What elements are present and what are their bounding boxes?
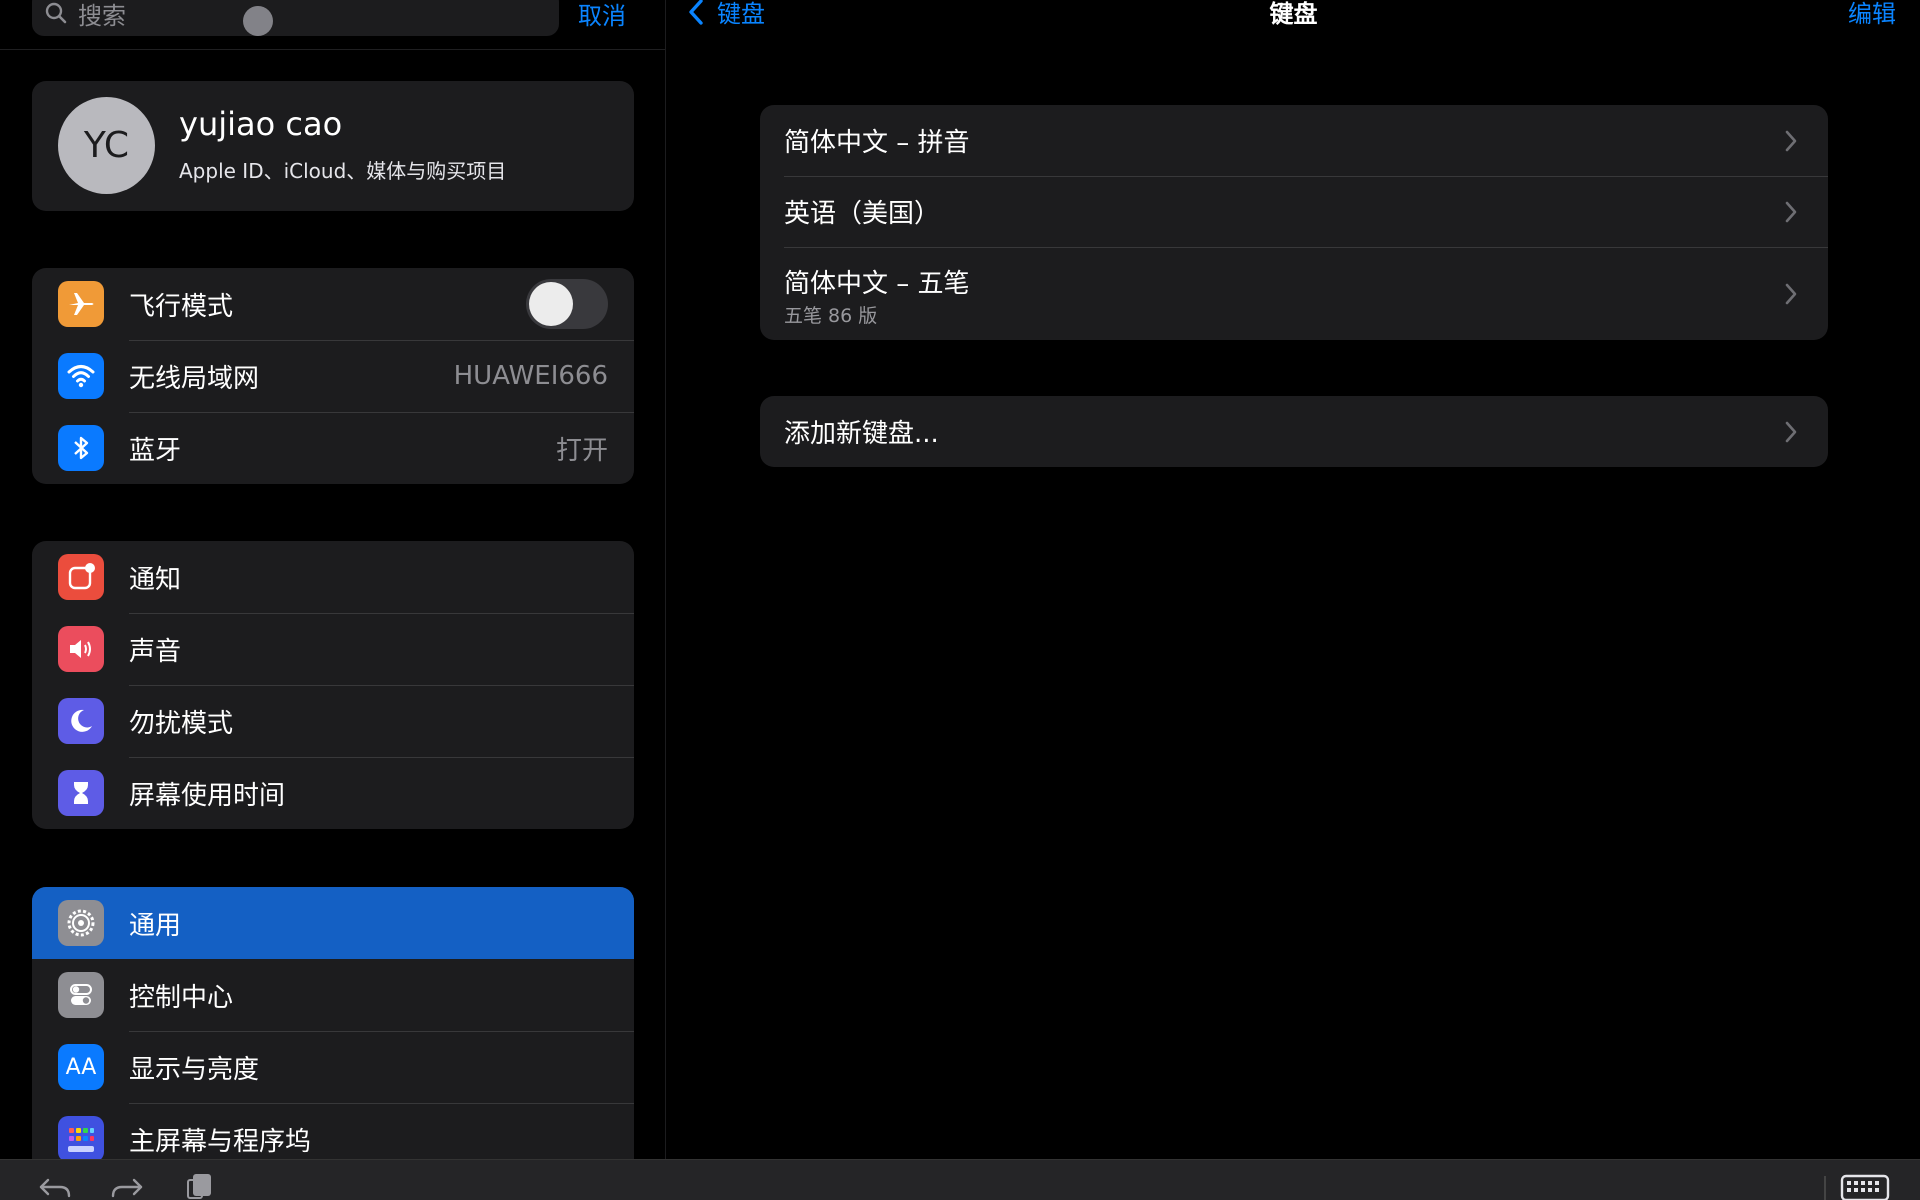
text-size-icon: AA xyxy=(58,1044,104,1090)
settings-sidebar: 搜索 取消 YC yujiao cao Apple ID、iCloud、媒体与购… xyxy=(0,0,666,1159)
keyboard-sublabel: 五笔 86 版 xyxy=(784,305,878,327)
profile-name: yujiao cao xyxy=(179,105,343,143)
add-new-keyboard-row[interactable]: 添加新键盘... xyxy=(760,396,1828,467)
sidebar-item-control-center[interactable]: 控制中心 xyxy=(32,959,634,1031)
sidebar-item-label: 飞行模式 xyxy=(129,291,234,322)
sidebar-item-label: 控制中心 xyxy=(129,982,234,1013)
undo-icon[interactable] xyxy=(38,1176,72,1200)
keyboard-label: 英语（美国） xyxy=(784,199,941,229)
connectivity-group: 飞行模式 无线局域网 HUAWEI666 蓝牙 打开 xyxy=(32,268,634,484)
chevron-right-icon xyxy=(1785,283,1797,304)
redo-icon[interactable] xyxy=(110,1176,144,1200)
sidebar-item-home-screen-dock[interactable]: 主屏幕与程序坞 xyxy=(32,1103,634,1159)
search-input[interactable]: 搜索 xyxy=(32,0,559,36)
airplane-mode-toggle[interactable] xyxy=(526,279,608,329)
notifications-icon xyxy=(58,554,104,600)
sidebar-item-notifications[interactable]: 通知 xyxy=(32,541,634,613)
chevron-right-icon xyxy=(1785,130,1797,151)
hourglass-icon xyxy=(58,770,104,816)
bluetooth-status-value: 打开 xyxy=(555,435,608,466)
keyboard-label: 简体中文 – 拼音 xyxy=(784,128,970,158)
sidebar-item-wifi[interactable]: 无线局域网 HUAWEI666 xyxy=(32,340,634,412)
sidebar-item-label: 勿扰模式 xyxy=(129,708,234,739)
add-keyboard-label: 添加新键盘... xyxy=(784,419,939,449)
sidebar-item-label: 声音 xyxy=(129,636,182,667)
sidebar-item-do-not-disturb[interactable]: 勿扰模式 xyxy=(32,685,634,757)
search-area: 搜索 取消 xyxy=(0,0,665,50)
keyboard-shortcut-bar xyxy=(0,1159,1920,1200)
bluetooth-icon xyxy=(58,425,104,471)
add-keyboard-group: 添加新键盘... xyxy=(760,396,1828,467)
keyboard-icon[interactable] xyxy=(1840,1174,1890,1200)
edit-button[interactable]: 编辑 xyxy=(1848,0,1896,29)
touch-indicator xyxy=(243,6,273,36)
sidebar-item-display-brightness[interactable]: AA 显示与亮度 xyxy=(32,1031,634,1103)
page-title: 键盘 xyxy=(1269,0,1318,28)
sidebar-item-label: 屏幕使用时间 xyxy=(129,780,286,811)
sidebar-item-bluetooth[interactable]: 蓝牙 打开 xyxy=(32,412,634,484)
sidebar-item-sounds[interactable]: 声音 xyxy=(32,613,634,685)
divider xyxy=(1824,1176,1826,1200)
alerts-group: 通知 声音 勿扰模式 屏幕使用时间 xyxy=(32,541,634,829)
system-group: 通用 控制中心 AA 显示与亮度 主屏幕与程序坞 xyxy=(32,887,634,1159)
airplane-icon xyxy=(58,281,104,327)
sidebar-item-label: 通知 xyxy=(129,564,182,595)
sidebar-item-label: 显示与亮度 xyxy=(129,1054,260,1085)
keyboard-row-wubi[interactable]: 简体中文 – 五笔 五笔 86 版 xyxy=(760,247,1828,340)
apple-id-profile[interactable]: YC yujiao cao Apple ID、iCloud、媒体与购买项目 xyxy=(32,81,634,211)
chevron-right-icon xyxy=(1785,421,1797,442)
search-icon xyxy=(45,2,67,24)
sidebar-item-label: 主屏幕与程序坞 xyxy=(129,1126,312,1157)
sidebar-item-label: 蓝牙 xyxy=(129,435,182,466)
toggle-knob xyxy=(529,282,573,326)
wifi-network-value: HUAWEI666 xyxy=(453,361,608,391)
paste-icon[interactable] xyxy=(184,1172,216,1200)
keyboard-row-pinyin[interactable]: 简体中文 – 拼音 xyxy=(760,105,1828,176)
gear-icon xyxy=(58,900,104,946)
sidebar-item-label: 通用 xyxy=(129,910,182,941)
home-screen-icon xyxy=(58,1116,104,1159)
cancel-button[interactable]: 取消 xyxy=(578,0,626,31)
sound-icon xyxy=(58,626,104,672)
sidebar-item-airplane-mode[interactable]: 飞行模式 xyxy=(32,268,634,340)
moon-icon xyxy=(58,698,104,744)
sidebar-item-general[interactable]: 通用 xyxy=(32,887,634,959)
keyboards-list: 简体中文 – 拼音 英语（美国） 简体中文 – 五笔 五笔 86 版 xyxy=(760,105,1828,340)
avatar: YC xyxy=(58,97,155,194)
keyboard-row-english-us[interactable]: 英语（美国） xyxy=(760,176,1828,247)
search-placeholder: 搜索 xyxy=(78,1,126,30)
sidebar-item-label: 无线局域网 xyxy=(129,363,260,394)
keyboard-label: 简体中文 – 五笔 xyxy=(784,269,970,299)
profile-subtitle: Apple ID、iCloud、媒体与购买项目 xyxy=(179,159,507,183)
toggles-icon xyxy=(58,972,104,1018)
wifi-icon xyxy=(58,353,104,399)
detail-navbar: 键盘 键盘 编辑 xyxy=(667,0,1920,50)
sidebar-item-screen-time[interactable]: 屏幕使用时间 xyxy=(32,757,634,829)
chevron-right-icon xyxy=(1785,201,1797,222)
